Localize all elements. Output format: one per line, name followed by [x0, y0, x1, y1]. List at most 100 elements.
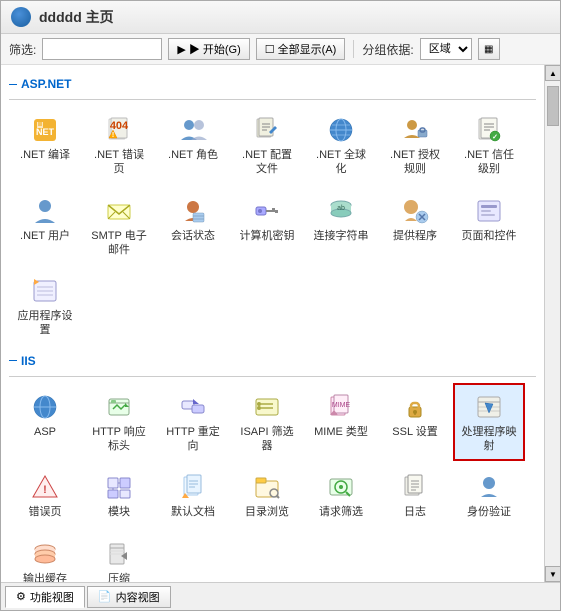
iis-asp-item[interactable]: ASP	[9, 383, 81, 462]
iis-httpresp-item[interactable]: HTTP 响应标头	[83, 383, 155, 462]
iis-errorpage-icon: !	[29, 471, 61, 503]
aspnet-pagecontrol-label: 页面和控件	[462, 229, 517, 243]
aspnet-user-label: .NET 用户	[20, 229, 70, 243]
scroll-up-button[interactable]: ▲	[545, 65, 560, 81]
iis-compress-item[interactable]: 压缩	[83, 530, 155, 582]
aspnet-trust-item[interactable]: ✓ .NET 信任级别	[453, 106, 525, 185]
iis-httpresp-icon	[103, 391, 135, 423]
aspnet-provider-label: 提供程序	[393, 229, 437, 243]
iis-default-item[interactable]: 默认文档	[157, 463, 229, 527]
aspnet-role-label: .NET 角色	[168, 148, 218, 162]
iis-outputcache-label: 输出缓存	[23, 572, 67, 582]
start-button[interactable]: ▶ ▶ 开始(G)	[168, 38, 249, 60]
aspnet-trust-icon: ✓	[473, 114, 505, 146]
iis-module-item[interactable]: 模块	[83, 463, 155, 527]
iis-mime-item[interactable]: MIME MIME 类型	[305, 383, 377, 462]
iis-default-label: 默认文档	[171, 505, 215, 519]
iis-module-label: 模块	[108, 505, 130, 519]
aspnet-config-item[interactable]: .NET 配置文件	[231, 106, 303, 185]
title-bar: ddddd 主页	[1, 1, 560, 34]
iis-isapi-label: ISAPI 筛选器	[237, 425, 297, 454]
iis-log-icon	[399, 471, 431, 503]
iis-default-icon	[177, 471, 209, 503]
iis-errorpage-label: 错误页	[29, 505, 62, 519]
filter-input[interactable]	[42, 38, 162, 60]
aspnet-provider-icon	[399, 195, 431, 227]
aspnet-compile-label: .NET 编译	[20, 148, 70, 162]
aspnet-appset-icon	[29, 275, 61, 307]
iis-asp-label: ASP	[34, 425, 56, 439]
aspnet-error-item[interactable]: 404 ! .NET 错误页	[83, 106, 155, 185]
aspnet-smtp-label: SMTP 电子邮件	[89, 229, 149, 258]
content-area: ASP.NET NET .NET 编译	[1, 65, 544, 582]
content-view-tab[interactable]: 📄 内容视图	[87, 586, 171, 608]
iis-ssl-item[interactable]: SSL 设置	[379, 383, 451, 462]
iis-httpresp-label: HTTP 响应标头	[89, 425, 149, 454]
scroll-down-button[interactable]: ▼	[545, 566, 560, 582]
aspnet-authz-icon	[399, 114, 431, 146]
iis-compress-label: 压缩	[108, 572, 130, 582]
aspnet-role-item[interactable]: .NET 角色	[157, 106, 229, 185]
aspnet-authz-item[interactable]: .NET 授权规则	[379, 106, 451, 185]
show-all-button[interactable]: ☐ 全部显示(A)	[256, 38, 346, 60]
aspnet-global-item[interactable]: .NET 全球化	[305, 106, 377, 185]
iis-httpredir-label: HTTP 重定向	[163, 425, 223, 454]
iis-handler-icon	[473, 391, 505, 423]
group-select[interactable]: 区域	[420, 38, 472, 60]
iis-handler-item[interactable]: 处理程序映射	[453, 383, 525, 462]
iis-outputcache-item[interactable]: 输出缓存	[9, 530, 81, 582]
iis-errorpage-item[interactable]: ! 错误页	[9, 463, 81, 527]
aspnet-pagecontrol-item[interactable]: 页面和控件	[453, 187, 525, 266]
svg-text:ab: ab	[337, 205, 345, 212]
aspnet-machinekey-item[interactable]: 计算机密钥	[231, 187, 303, 266]
iis-reqfilter-item[interactable]: 请求筛选	[305, 463, 377, 527]
grid-icon: ▦	[484, 44, 493, 55]
aspnet-authz-label: .NET 授权规则	[385, 148, 445, 177]
iis-mime-label: MIME 类型	[314, 425, 368, 439]
aspnet-appset-item[interactable]: 应用程序设置	[9, 267, 81, 346]
aspnet-user-icon	[29, 195, 61, 227]
filter-label: 筛选:	[9, 41, 36, 58]
iis-httpredir-item[interactable]: HTTP 重定向	[157, 383, 229, 462]
main-window: ddddd 主页 筛选: ▶ ▶ 开始(G) ☐ 全部显示(A) 分组依据: 区…	[0, 0, 561, 611]
scrollbar-track[interactable]	[545, 81, 560, 566]
aspnet-global-icon	[325, 114, 357, 146]
bottom-bar: ⚙ 功能视图 📄 内容视图	[1, 582, 560, 610]
iis-dirbrowse-item[interactable]: 目录浏览	[231, 463, 303, 527]
aspnet-smtp-item[interactable]: SMTP 电子邮件	[83, 187, 155, 266]
aspnet-session-icon	[177, 195, 209, 227]
svg-text:✓: ✓	[492, 134, 498, 141]
iis-dirbrowse-icon	[251, 471, 283, 503]
aspnet-connstr-item[interactable]: ab 连接字符串	[305, 187, 377, 266]
iis-httpredir-icon	[177, 391, 209, 423]
scrollbar-thumb[interactable]	[547, 86, 559, 126]
aspnet-session-item[interactable]: 会话状态	[157, 187, 229, 266]
iis-handler-label: 处理程序映射	[459, 425, 519, 454]
iis-mime-icon: MIME	[325, 391, 357, 423]
function-view-tab[interactable]: ⚙ 功能视图	[5, 586, 85, 608]
aspnet-user-item[interactable]: .NET 用户	[9, 187, 81, 266]
group-label: 分组依据:	[362, 41, 413, 58]
iis-authverify-item[interactable]: 身份验证	[453, 463, 525, 527]
aspnet-machinekey-label: 计算机密钥	[240, 229, 295, 243]
iis-reqfilter-label: 请求筛选	[319, 505, 363, 519]
iis-authverify-icon	[473, 471, 505, 503]
iis-outputcache-icon	[29, 538, 61, 570]
aspnet-connstr-label: 连接字符串	[314, 229, 369, 243]
grid-view-button[interactable]: ▦	[478, 38, 500, 60]
aspnet-provider-item[interactable]: 提供程序	[379, 187, 451, 266]
iis-asp-icon	[29, 391, 61, 423]
iis-log-item[interactable]: 日志	[379, 463, 451, 527]
aspnet-icon-grid: NET .NET 编译 404	[9, 106, 536, 346]
aspnet-divider	[9, 99, 536, 100]
aspnet-compile-item[interactable]: NET .NET 编译	[9, 106, 81, 185]
iis-module-icon	[103, 471, 135, 503]
iis-isapi-item[interactable]: ISAPI 筛选器	[231, 383, 303, 462]
aspnet-error-icon: 404 !	[103, 114, 135, 146]
aspnet-config-icon	[251, 114, 283, 146]
svg-text:!: !	[112, 132, 114, 139]
svg-text:MIME: MIME	[332, 402, 351, 409]
function-view-label: 功能视图	[30, 589, 74, 605]
aspnet-config-label: .NET 配置文件	[237, 148, 297, 177]
aspnet-role-icon	[177, 114, 209, 146]
